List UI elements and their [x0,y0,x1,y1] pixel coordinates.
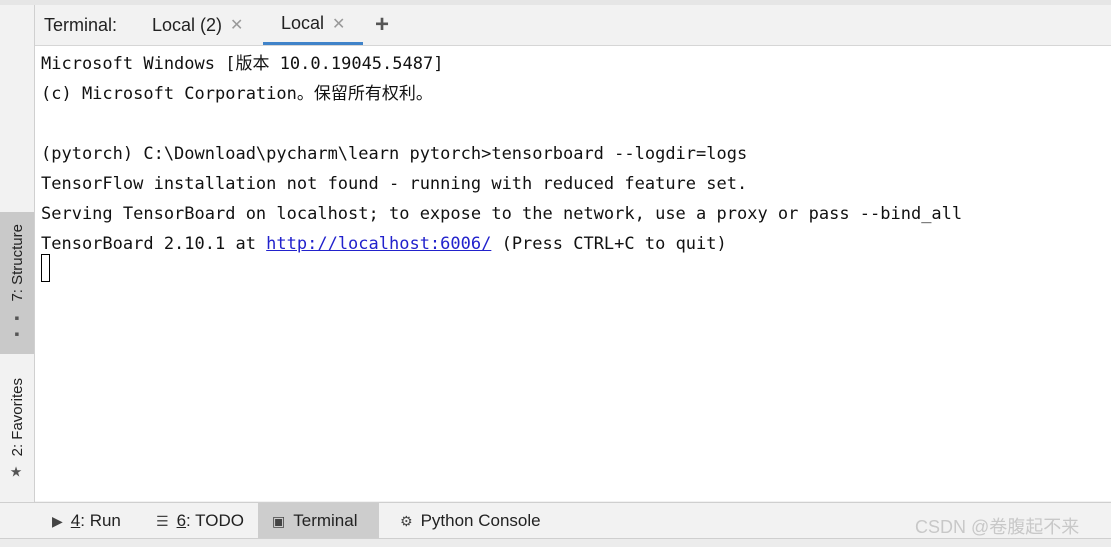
terminal-label: Terminal: [44,15,118,35]
favorites-tool-label: 2: Favorites [8,378,26,457]
list-icon: ☰ [156,512,169,529]
terminal-icon: ▣ [272,512,286,529]
output-line: (c) Microsoft Corporation。保留所有权利。 [41,84,433,104]
python-icon: ⚙ [400,512,413,529]
tab-label: Local [281,13,325,33]
run-tool-tab[interactable]: ▶ 4: Run [38,503,135,539]
output-line-tensorboard: TensorBoard 2.10.1 at http://localhost:6… [41,229,727,259]
output-text: (Press CTRL+C to quit) [491,234,727,254]
todo-tool-tab[interactable]: ☰ 6: TODO [142,503,258,539]
structure-tool-tab[interactable]: ▪▪ 7: Structure [0,212,34,354]
python-console-tool-tab[interactable]: ⚙ Python Console [386,503,555,539]
structure-tool-label: 7: Structure [8,224,26,302]
run-label: 4: Run [70,511,121,530]
output-line: Microsoft Windows [版本 10.0.19045.5487] [41,54,444,74]
new-tab-button[interactable]: + [375,11,389,39]
output-line: TensorFlow installation not found - runn… [41,174,748,194]
structure-icon: ▪▪ [9,309,25,342]
text-cursor [41,254,50,282]
output-text: TensorBoard 2.10.1 at [41,234,267,254]
run-icon: ▶ [52,512,63,529]
watermark: CSDN @卷腹起不来 [915,517,1080,537]
tab-local[interactable]: Local ✕ [263,5,364,45]
close-icon[interactable]: ✕ [230,15,243,35]
terminal-output[interactable]: Microsoft Windows [版本 10.0.19045.5487] (… [35,46,1111,501]
output-line: (pytorch) C:\Download\pycharm\learn pyto… [41,144,748,164]
star-icon: ★ [9,464,25,481]
localhost-link[interactable]: http://localhost:6006/ [266,234,491,254]
terminal-tool-label: Terminal [293,511,358,530]
python-console-label: Python Console [420,511,541,530]
output-line: Serving TensorBoard on localhost; to exp… [41,204,963,224]
terminal-tool-tab[interactable]: ▣ Terminal [258,503,379,539]
close-icon[interactable]: ✕ [332,14,345,34]
terminal-tab-bar: Terminal: Local (2) ✕ Local ✕ + [35,5,1111,46]
left-tool-strip: ▪▪ 7: Structure ★ 2: Favorites [0,5,35,502]
favorites-tool-tab[interactable]: ★ 2: Favorites [0,367,34,492]
todo-label: 6: TODO [176,511,244,530]
tab-local-2[interactable]: Local (2) ✕ [152,5,243,45]
tab-label: Local (2) [152,14,223,35]
